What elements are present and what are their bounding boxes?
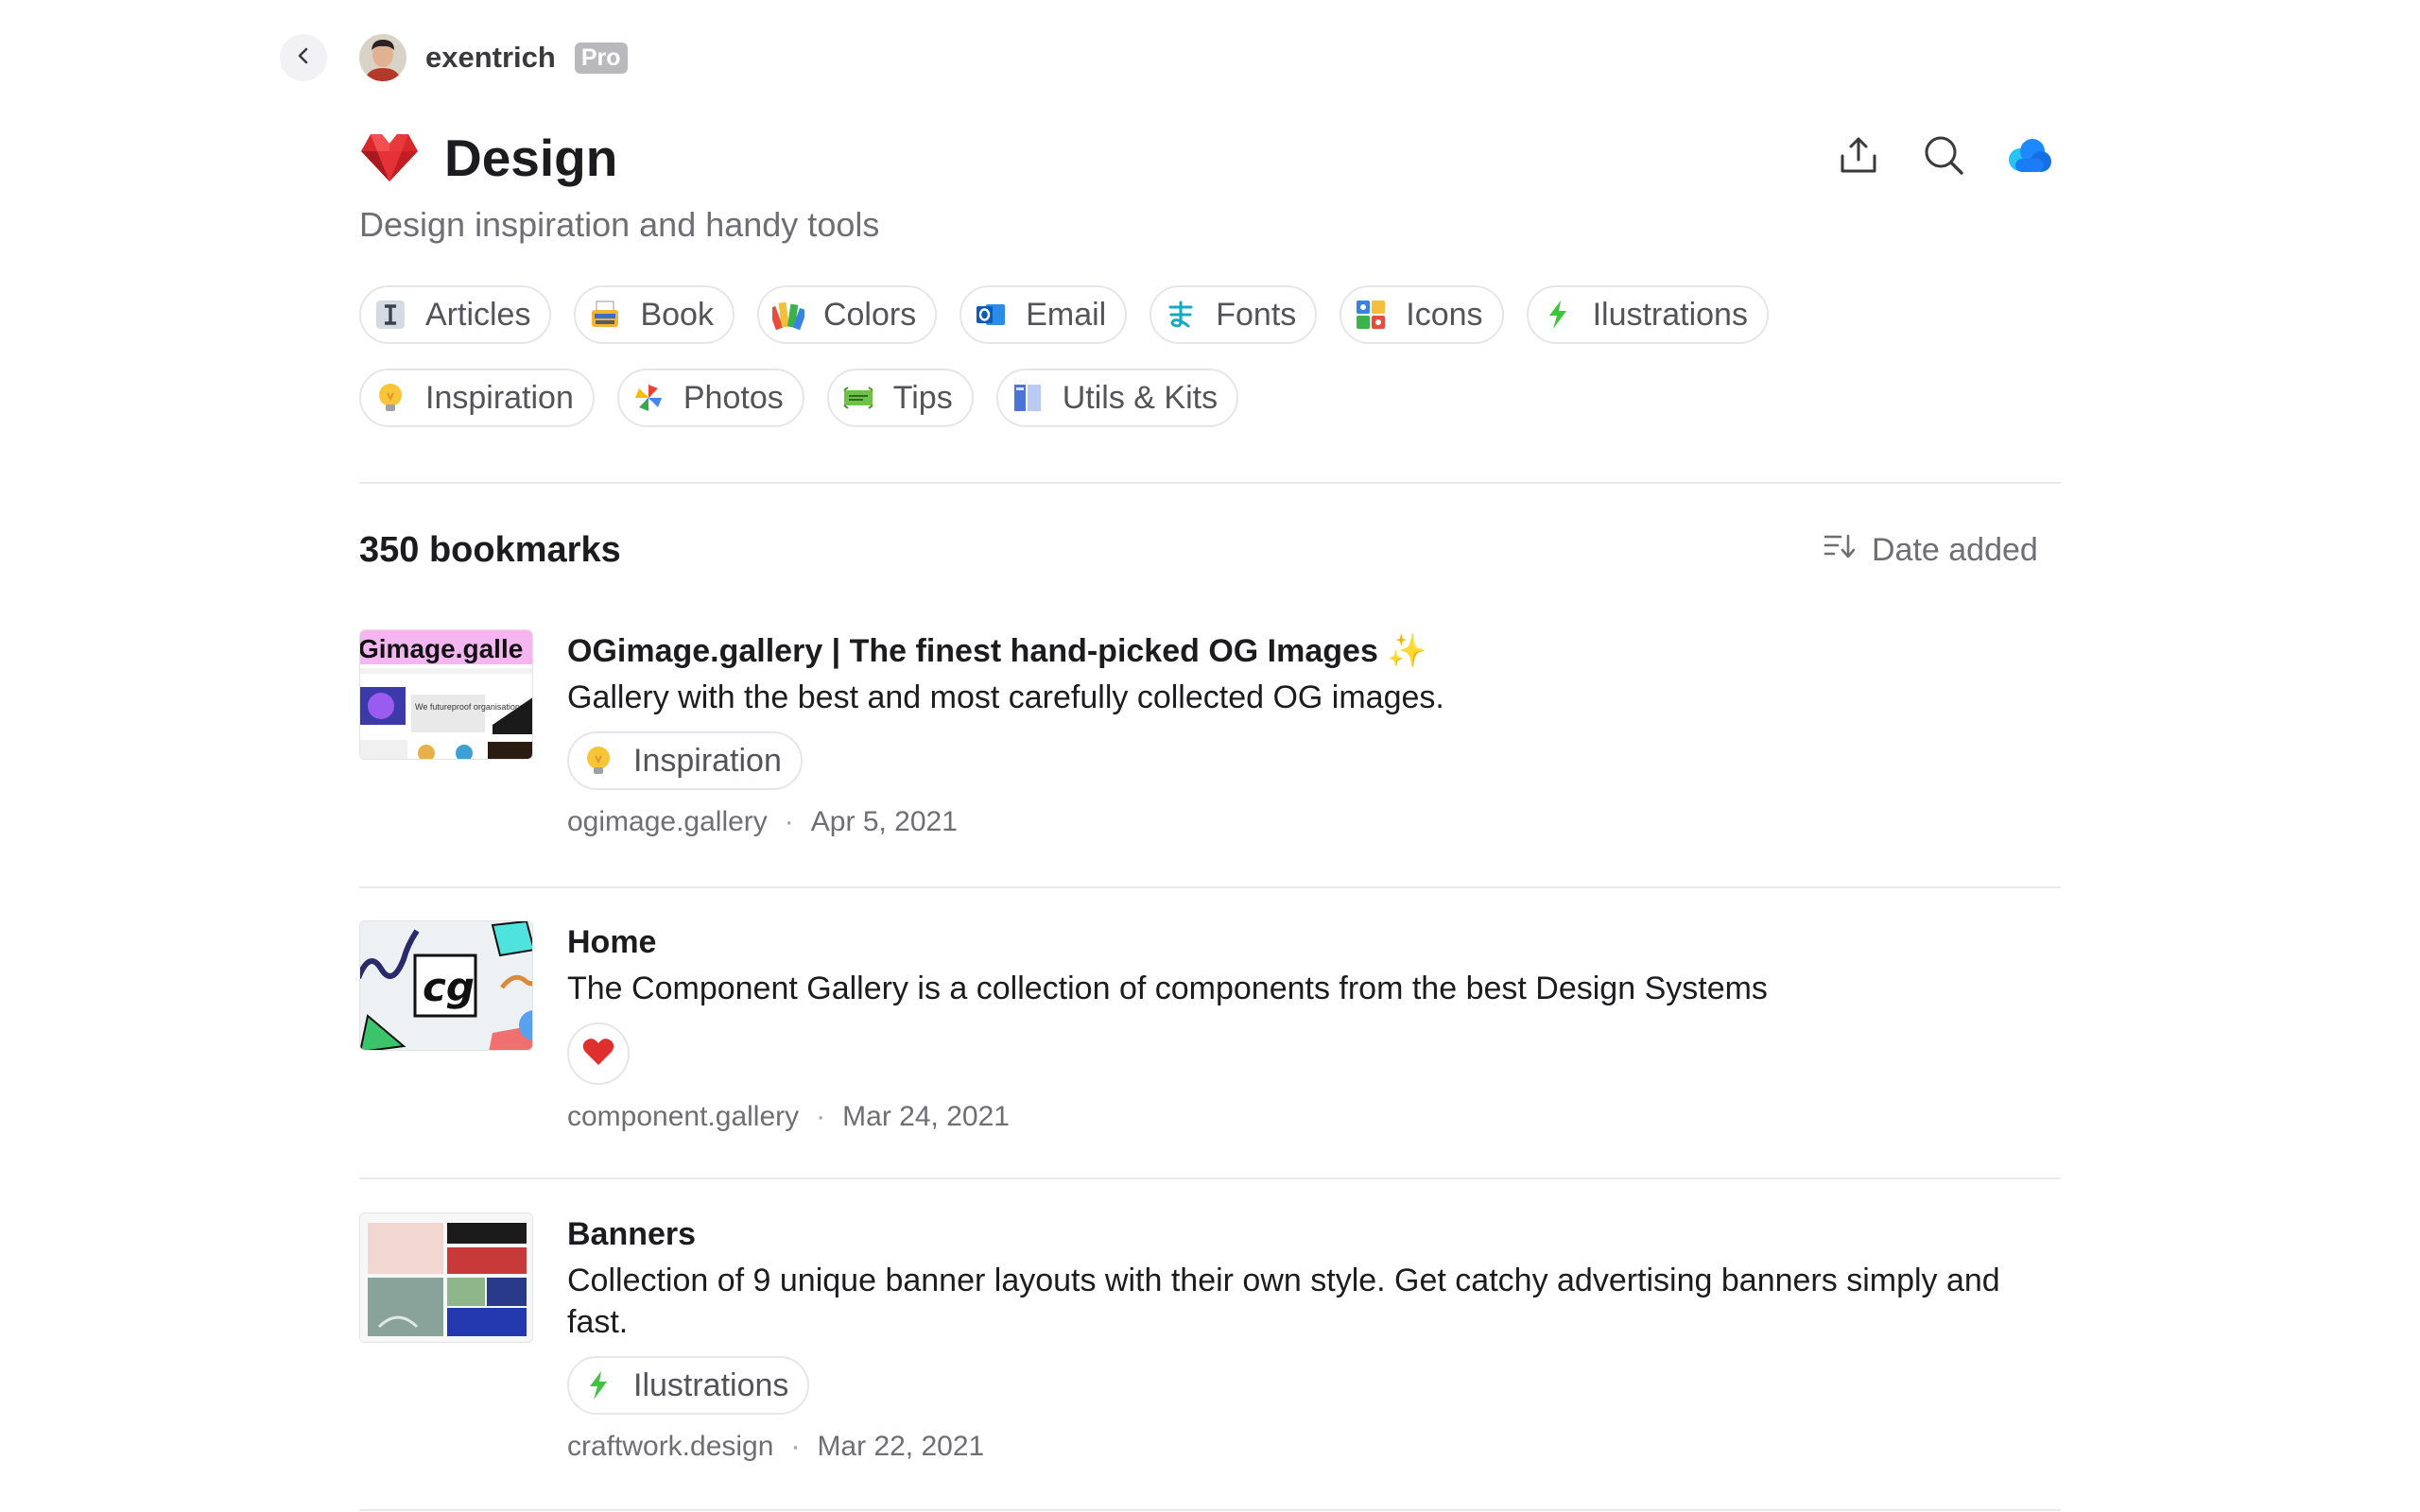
bookmark-title[interactable]: OGimage.gallery | The finest hand-picked…: [567, 629, 2061, 673]
chevron-left-icon: [293, 45, 314, 71]
lightning-icon: [1542, 299, 1574, 331]
lightbulb-icon: [582, 745, 614, 777]
bookmark-thumbnail[interactable]: Gimage.galle We futureproof organisation…: [359, 629, 533, 760]
tag-inspiration[interactable]: Inspiration: [359, 369, 595, 427]
owner-profile[interactable]: exentrich Pro: [359, 33, 628, 82]
heart-gem-icon: [358, 129, 421, 183]
bookmark-description: Collection of 9 unique banner layouts wi…: [567, 1263, 2000, 1340]
tag-fonts[interactable]: Fonts: [1150, 285, 1318, 344]
bookmark-domain[interactable]: component.gallery: [567, 1101, 799, 1132]
tag-filter-list: Articles Book Colors Email Fonts Icons I…: [359, 285, 1872, 452]
banner-icon: [842, 382, 874, 414]
tag-label: Tips: [892, 379, 953, 416]
tag-book[interactable]: Book: [574, 285, 735, 344]
divider: [359, 1177, 2061, 1179]
divider: [359, 1509, 2061, 1511]
bookmark-title[interactable]: Banners: [567, 1212, 2061, 1256]
bookmark-domain[interactable]: craftwork.design: [567, 1431, 773, 1462]
bookmark-tag[interactable]: Ilustrations: [567, 1356, 810, 1415]
outlook-icon: [975, 299, 1007, 331]
bookmark-title[interactable]: Home: [567, 920, 2061, 964]
tag-label: Ilustrations: [1592, 296, 1748, 333]
tag-articles[interactable]: Articles: [359, 285, 552, 344]
owner-name[interactable]: exentrich: [425, 41, 556, 75]
sort-button[interactable]: Date added: [1823, 526, 2038, 574]
back-button[interactable]: [280, 34, 327, 81]
heart-icon: [582, 1038, 614, 1071]
search-button[interactable]: [1919, 132, 1968, 181]
divider: [359, 886, 2061, 888]
text-cursor-icon: [374, 299, 406, 331]
bookmark-description: Gallery with the best and most carefully…: [567, 679, 1444, 715]
tag-tips[interactable]: Tips: [826, 369, 974, 427]
share-icon: [1837, 133, 1880, 181]
lightning-icon: [582, 1369, 614, 1401]
bookmark-thumbnail[interactable]: [359, 1212, 533, 1343]
share-button[interactable]: [1834, 132, 1883, 181]
bookmark-date: Mar 22, 2021: [817, 1431, 985, 1462]
tag-utils-kits[interactable]: Utils & Kits: [995, 369, 1239, 427]
palette-icon: [771, 299, 804, 331]
bookmark-meta: component.gallery · Mar 24, 2021: [567, 1101, 1010, 1132]
bookmark-date: Apr 5, 2021: [810, 806, 958, 837]
bookmark-tag[interactable]: Inspiration: [567, 731, 803, 790]
avatar[interactable]: [359, 34, 406, 81]
cloud-sync-button[interactable]: [2004, 132, 2053, 181]
pinwheel-icon: [632, 382, 665, 414]
tag-icons[interactable]: Icons: [1340, 285, 1504, 344]
tag-label: Fonts: [1216, 296, 1297, 333]
thumbnail-text: cg: [423, 964, 475, 1010]
tag-label: Email: [1026, 296, 1107, 333]
bookmark-meta: ogimage.gallery · Apr 5, 2021: [567, 806, 958, 837]
bookmark-date: Mar 24, 2021: [842, 1101, 1010, 1132]
tag-photos[interactable]: Photos: [616, 369, 804, 427]
tag-label: Inspiration: [425, 379, 574, 416]
collection-title: Design: [444, 129, 618, 187]
tag-label: Colors: [822, 296, 917, 333]
sort-icon: [1823, 526, 1856, 574]
cloud-icon: [2004, 134, 2053, 180]
typewriter-icon: [589, 299, 621, 331]
collection-subtitle: Design inspiration and handy tools: [359, 205, 880, 244]
tag-label: Book: [640, 296, 714, 333]
bookmark-description: The Component Gallery is a collection of…: [567, 971, 1768, 1006]
tag-ilustrations[interactable]: Ilustrations: [1526, 285, 1769, 344]
bookmark-domain[interactable]: ogimage.gallery: [567, 806, 768, 837]
pro-badge: Pro: [574, 42, 628, 74]
tag-label: Articles: [425, 296, 531, 333]
favorite-tag[interactable]: [567, 1022, 630, 1085]
tag-label: Inspiration: [633, 742, 782, 779]
tag-label: Ilustrations: [633, 1366, 789, 1403]
collection-page: exentrich Pro Design Design inspiration …: [0, 0, 2420, 1512]
lightbulb-icon: [374, 382, 406, 414]
search-icon: [1922, 133, 1965, 181]
bookmark-meta: craftwork.design · Mar 22, 2021: [567, 1431, 985, 1462]
thumbnail-text: Gimage.galle: [360, 634, 523, 663]
divider: [359, 482, 2061, 484]
bookmark-count: 350 bookmarks: [359, 530, 621, 570]
thumbnail-caption: We futureproof organisations: [415, 702, 525, 712]
tag-label: Icons: [1406, 296, 1483, 333]
kana-icon: [1165, 299, 1197, 331]
tag-email[interactable]: Email: [959, 285, 1128, 344]
icon-grid-icon: [1355, 299, 1387, 331]
tag-label: Photos: [683, 379, 784, 416]
kit-icon: [1011, 382, 1044, 414]
sort-label: Date added: [1872, 532, 2038, 568]
bookmark-thumbnail[interactable]: cg: [359, 920, 533, 1051]
tag-colors[interactable]: Colors: [756, 285, 938, 344]
tag-label: Utils & Kits: [1062, 379, 1219, 416]
